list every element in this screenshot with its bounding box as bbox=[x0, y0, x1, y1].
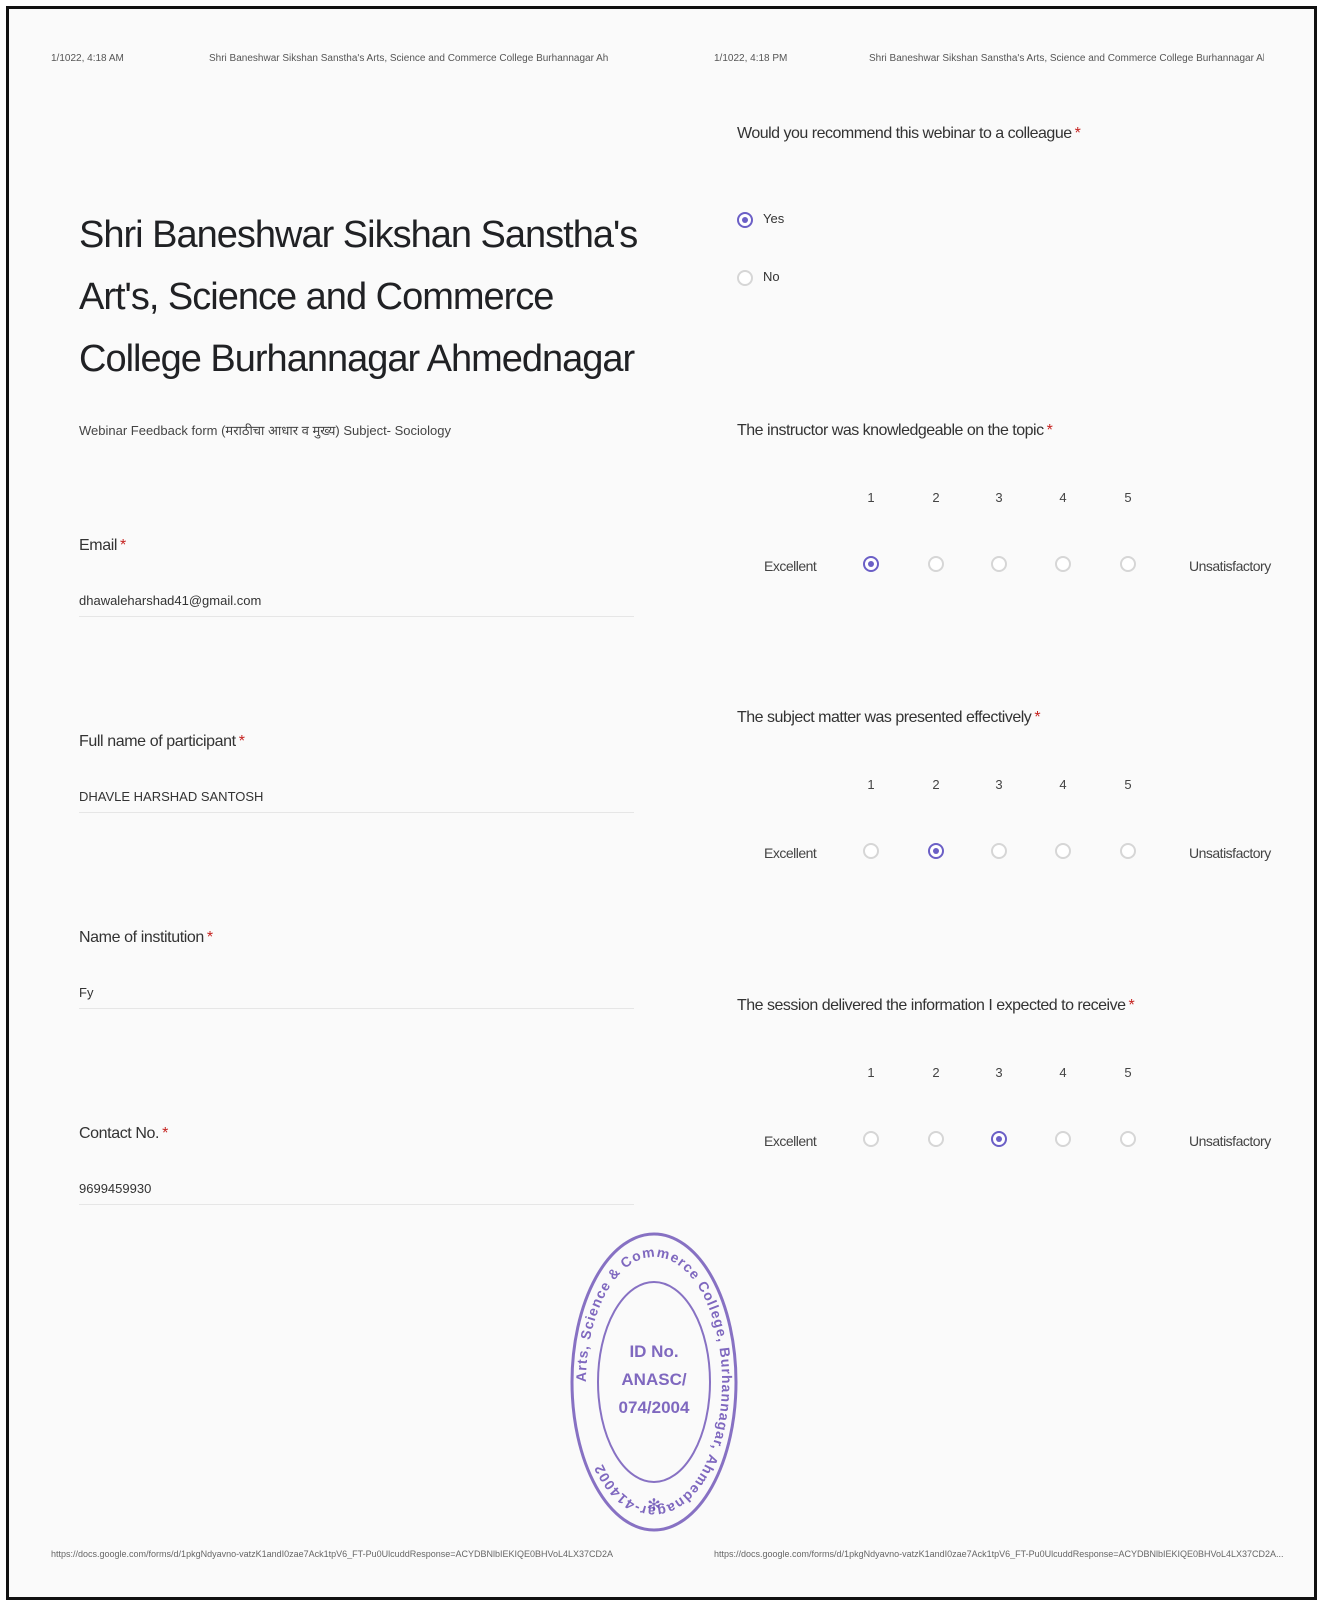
scale-q3-radio-4[interactable] bbox=[1055, 1131, 1071, 1147]
scale-q2-scale-number: 2 bbox=[932, 777, 940, 792]
scale-q1-scale-number: 4 bbox=[1059, 490, 1067, 505]
scale-q3-scale-number: 2 bbox=[932, 1065, 940, 1080]
scale-q1-radio-1[interactable] bbox=[863, 556, 879, 572]
scale-q1-scale-number: 1 bbox=[867, 490, 875, 505]
scale-q1-scale-number: 3 bbox=[995, 490, 1003, 505]
scale-q2-scale-number: 4 bbox=[1059, 777, 1067, 792]
scale-q3-low-label: Excellent bbox=[764, 1133, 817, 1149]
scale-q3-question: The session delivered the information I … bbox=[737, 997, 1135, 1014]
institution-field[interactable]: Fy bbox=[79, 985, 634, 1009]
institution-label: Name of institution * bbox=[79, 929, 213, 946]
scale-q1-radio-2[interactable] bbox=[928, 556, 944, 572]
scale-q1-scale-number: 2 bbox=[932, 490, 940, 505]
recommend-question: Would you recommend this webinar to a co… bbox=[737, 125, 1081, 142]
scale-q2-high-label: Unsatisfactory bbox=[1189, 845, 1271, 861]
form-title: Shri Baneshwar Sikshan Sanstha's Art's, … bbox=[79, 214, 638, 380]
stamp-line-3: 074/2004 bbox=[619, 1398, 690, 1417]
college-seal-stamp: Arts, Science & Commerce College, Burhan… bbox=[570, 1232, 738, 1532]
scale-q1-low-label: Excellent bbox=[764, 558, 817, 574]
document-frame: 1/1022, 4:18 AM Shri Baneshwar Sikshan S… bbox=[6, 6, 1317, 1600]
page1-header-title: Shri Baneshwar Sikshan Sanstha's Arts, S… bbox=[209, 53, 609, 64]
scale-q3-scale-number: 5 bbox=[1124, 1065, 1132, 1080]
scale-q3-radio-3[interactable] bbox=[991, 1131, 1007, 1147]
full-name-field[interactable]: DHAVLE HARSHAD SANTOSH bbox=[79, 789, 634, 813]
full-name-label: Full name of participant * bbox=[79, 733, 245, 750]
scale-q3-radio-5[interactable] bbox=[1120, 1131, 1136, 1147]
recommend-no-radio[interactable] bbox=[737, 270, 753, 286]
page2-footer-url: https://docs.google.com/forms/d/1pkgNdya… bbox=[714, 1549, 1284, 1559]
scale-q2-scale-number: 5 bbox=[1124, 777, 1132, 792]
recommend-no-label: No bbox=[763, 269, 780, 284]
page1-header-date: 1/1022, 4:18 AM bbox=[51, 53, 124, 64]
scale-q1-scale-number: 5 bbox=[1124, 490, 1132, 505]
scale-q2-radio-3[interactable] bbox=[991, 843, 1007, 859]
scale-q3-radio-1[interactable] bbox=[863, 1131, 879, 1147]
scale-q1-radio-5[interactable] bbox=[1120, 556, 1136, 572]
stamp-star-icon: ✻ bbox=[647, 1495, 660, 1514]
scale-q2-radio-5[interactable] bbox=[1120, 843, 1136, 859]
contact-field[interactable]: 9699459930 bbox=[79, 1181, 634, 1205]
recommend-yes-label: Yes bbox=[763, 211, 785, 226]
email-field[interactable]: dhawaleharshad41@gmail.com bbox=[79, 593, 634, 617]
page2-header-date: 1/1022, 4:18 PM bbox=[714, 53, 788, 64]
scale-q1-question: The instructor was knowledgeable on the … bbox=[737, 422, 1053, 439]
scale-q3-scale-number: 3 bbox=[995, 1065, 1003, 1080]
page1-footer-url: https://docs.google.com/forms/d/1pkgNdya… bbox=[51, 1549, 614, 1559]
recommend-yes-radio[interactable] bbox=[737, 212, 753, 228]
scale-q1-high-label: Unsatisfactory bbox=[1189, 558, 1271, 574]
scale-q1-radio-3[interactable] bbox=[991, 556, 1007, 572]
stamp-line-1: ID No. bbox=[629, 1342, 678, 1361]
contact-label: Contact No. * bbox=[79, 1125, 168, 1142]
scale-q2-radio-1[interactable] bbox=[863, 843, 879, 859]
scale-q1-radio-4[interactable] bbox=[1055, 556, 1071, 572]
scale-q2-low-label: Excellent bbox=[764, 845, 817, 861]
scale-q2-radio-4[interactable] bbox=[1055, 843, 1071, 859]
stamp-line-2: ANASC/ bbox=[621, 1370, 686, 1389]
email-label: Email * bbox=[79, 537, 126, 554]
scale-q2-question: The subject matter was presented effecti… bbox=[737, 709, 1041, 726]
page2-header-title: Shri Baneshwar Sikshan Sanstha's Arts, S… bbox=[869, 53, 1264, 64]
scale-q2-radio-2[interactable] bbox=[928, 843, 944, 859]
scale-q2-scale-number: 3 bbox=[995, 777, 1003, 792]
scale-q2-scale-number: 1 bbox=[867, 777, 875, 792]
scale-q3-high-label: Unsatisfactory bbox=[1189, 1133, 1271, 1149]
form-subtitle: Webinar Feedback form (मराठीचा आधार व मु… bbox=[79, 423, 451, 438]
scale-q3-scale-number: 1 bbox=[867, 1065, 875, 1080]
scale-q3-scale-number: 4 bbox=[1059, 1065, 1067, 1080]
scale-q3-radio-2[interactable] bbox=[928, 1131, 944, 1147]
